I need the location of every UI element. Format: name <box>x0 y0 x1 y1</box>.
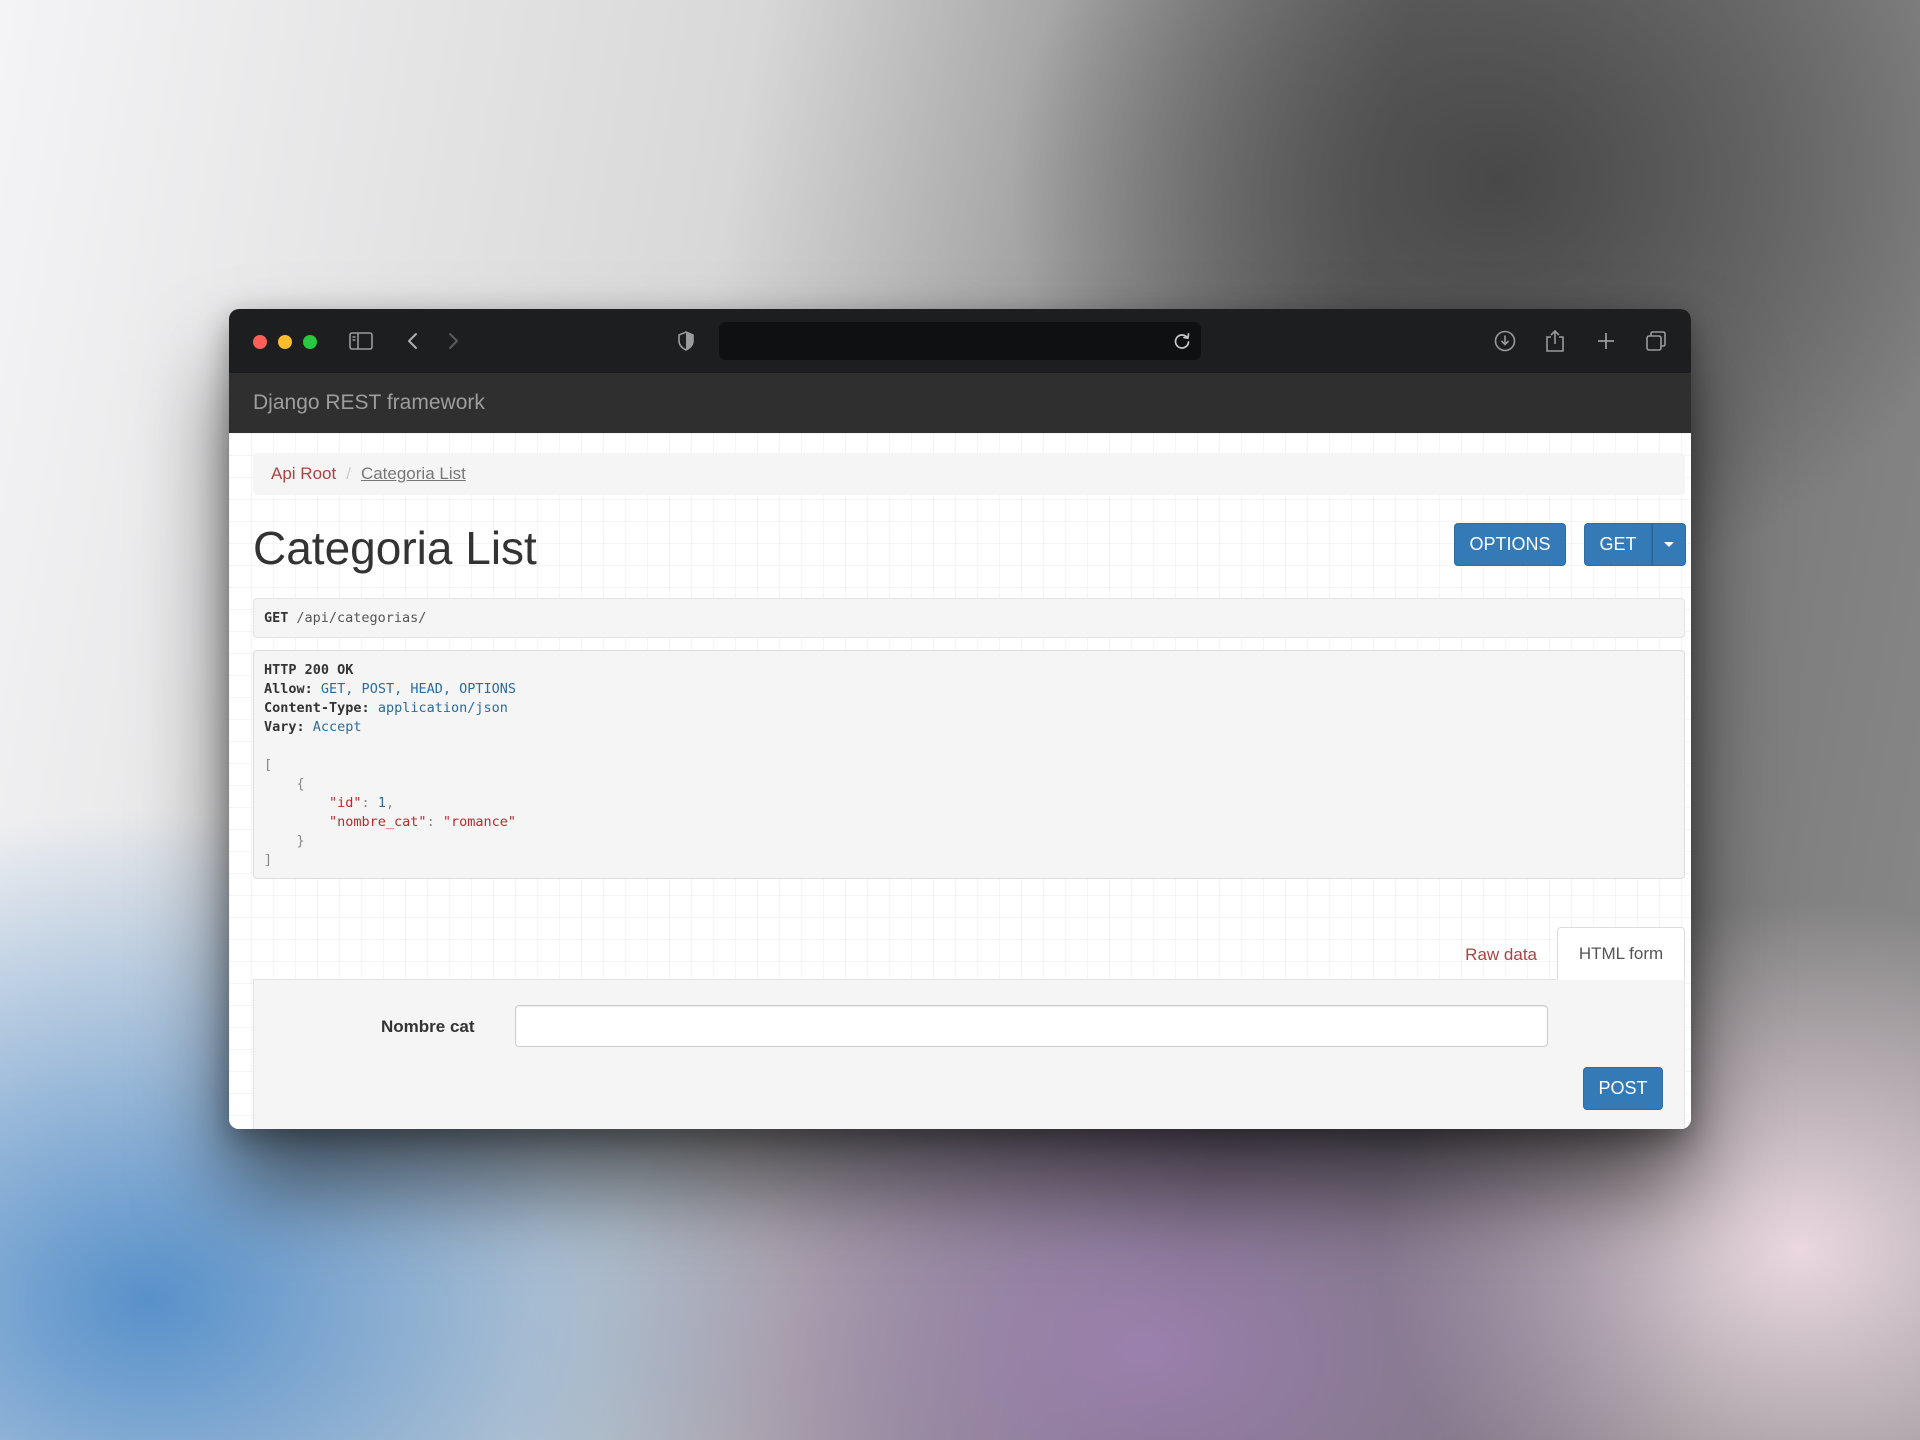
header-content-type-value: application/json <box>377 700 508 716</box>
main-content: Api Root / Categoria List Categoria List… <box>229 433 1691 1129</box>
header-content-type-name: Content-Type: <box>264 700 370 716</box>
chevron-left-icon[interactable] <box>399 327 427 355</box>
request-info: GET /api/categorias/ <box>253 598 1685 638</box>
caret-down-icon <box>1664 542 1674 547</box>
chevron-right-icon[interactable] <box>439 327 467 355</box>
browser-window: Django REST framework Api Root / Categor… <box>229 309 1691 1129</box>
json-close-bracket: ] <box>264 852 273 868</box>
tab-html-form[interactable]: HTML form <box>1557 927 1685 980</box>
json-close-brace: } <box>296 833 305 849</box>
options-button[interactable]: OPTIONS <box>1454 523 1566 566</box>
header-allow-value: GET, POST, HEAD, OPTIONS <box>320 681 516 697</box>
nombre-cat-label: Nombre cat <box>381 1017 475 1036</box>
tab-raw-data[interactable]: Raw data <box>1465 945 1537 965</box>
html-form-panel: Nombre cat POST <box>253 979 1685 1129</box>
form-tabs: Raw data HTML form <box>253 927 1685 980</box>
get-button[interactable]: GET <box>1584 523 1652 566</box>
json-open-brace: { <box>296 776 305 792</box>
page-title: Categoria List <box>253 522 537 574</box>
close-window-button[interactable] <box>253 335 267 349</box>
json-key-id: "id" <box>329 795 362 811</box>
zoom-window-button[interactable] <box>303 335 317 349</box>
response-info: HTTP 200 OK Allow: GET, POST, HEAD, OPTI… <box>253 650 1685 879</box>
breadcrumb: Api Root / Categoria List <box>253 453 1685 495</box>
header-vary-name: Vary: <box>264 719 305 735</box>
request-path: /api/categorias/ <box>296 610 427 626</box>
reload-icon[interactable] <box>1171 330 1193 352</box>
top-navbar: Django REST framework <box>229 373 1691 433</box>
request-method: GET <box>264 610 289 626</box>
json-comma: , <box>385 795 395 811</box>
breadcrumb-separator: / <box>346 464 351 483</box>
share-icon[interactable] <box>1541 327 1569 355</box>
minimize-window-button[interactable] <box>278 335 292 349</box>
json-value-nombre-cat: "romance" <box>442 814 516 830</box>
response-status: HTTP 200 OK <box>264 662 354 678</box>
navbar-brand[interactable]: Django REST framework <box>253 391 485 415</box>
post-button[interactable]: POST <box>1583 1067 1663 1110</box>
address-bar[interactable] <box>719 322 1201 360</box>
download-icon[interactable] <box>1491 327 1519 355</box>
json-value-id: 1 <box>377 795 386 811</box>
header-vary-value: Accept <box>312 719 362 735</box>
breadcrumb-current-link[interactable]: Categoria List <box>361 464 466 484</box>
get-format-dropdown-button[interactable] <box>1652 523 1686 566</box>
header-allow-name: Allow: <box>264 681 313 697</box>
breadcrumb-api-root-link[interactable]: Api Root <box>271 464 336 484</box>
sidebar-icon[interactable] <box>347 327 375 355</box>
json-key-nombre-cat: "nombre_cat" <box>329 814 427 830</box>
nombre-cat-input[interactable] <box>515 1005 1548 1047</box>
shield-icon[interactable] <box>672 327 700 355</box>
plus-icon[interactable] <box>1592 327 1620 355</box>
tabs-overview-icon[interactable] <box>1642 327 1670 355</box>
browser-titlebar <box>229 309 1691 373</box>
json-open-bracket: [ <box>264 757 273 773</box>
